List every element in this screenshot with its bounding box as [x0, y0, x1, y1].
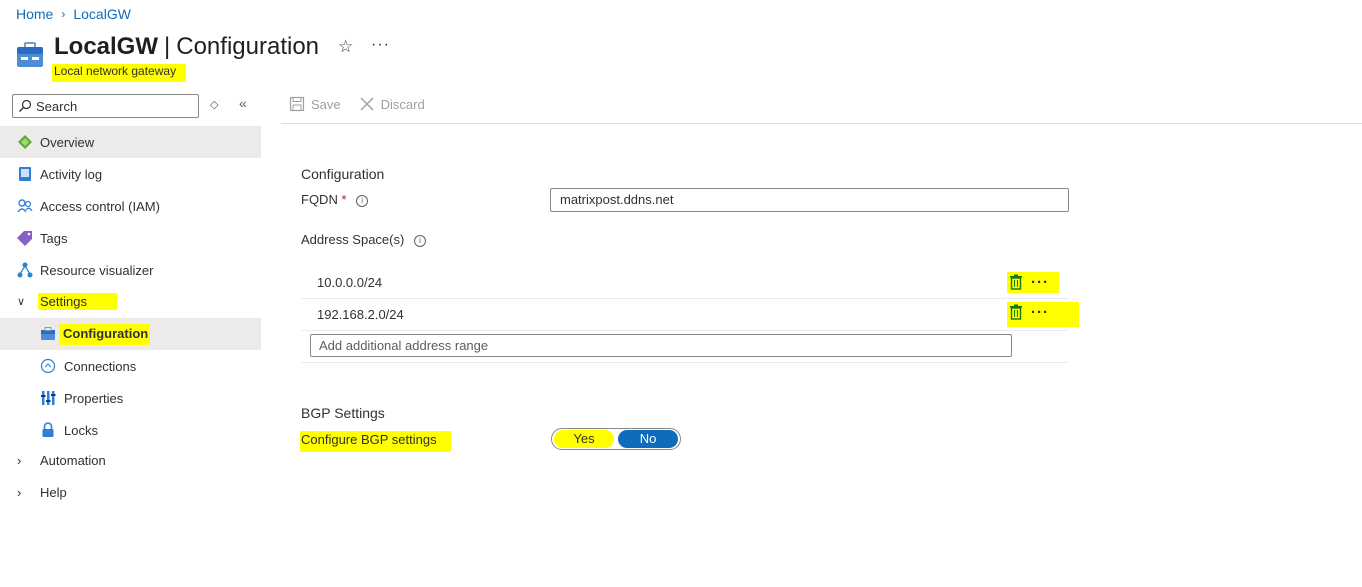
address-space-label: Address Space(s) i	[301, 232, 426, 247]
nav-label-properties: Properties	[64, 390, 124, 406]
add-address-range-input[interactable]: Add additional address range	[310, 334, 1012, 357]
nav-label-automation: Automation	[40, 452, 106, 468]
nav-label-tags: Tags	[40, 230, 68, 246]
collapse-menu-icon[interactable]: «	[239, 95, 247, 111]
resource-visualizer-icon	[17, 262, 33, 278]
fqdn-label-text: FQDN	[301, 192, 338, 207]
local-network-gateway-icon	[17, 42, 43, 67]
nav-label-help: Help	[40, 484, 67, 500]
address-space-value: 192.168.2.0/24	[317, 306, 404, 322]
nav-item-tags[interactable]: Tags	[0, 222, 261, 254]
discard-label: Discard	[380, 96, 425, 112]
favorite-star-icon[interactable]: ☆	[338, 37, 353, 57]
bgp-no-option[interactable]: No	[618, 430, 678, 448]
address-space-label-text: Address Space(s)	[301, 232, 405, 247]
address-space-row: 10.0.0.0/24 ···	[301, 266, 1068, 299]
nav-label-overview: Overview	[40, 134, 95, 150]
nav-label-access-control: Access control (IAM)	[40, 198, 160, 214]
configure-bgp-label: Configure BGP settings	[300, 431, 451, 452]
command-bar: Save Discard	[289, 96, 425, 112]
save-label: Save	[311, 96, 341, 112]
chevron-right-icon: ›	[17, 484, 22, 500]
lock-icon	[40, 422, 56, 438]
nav-group-help[interactable]: › Help	[0, 476, 261, 508]
nav-group-settings[interactable]: ∨ Settings	[0, 285, 261, 317]
nav-item-activity-log[interactable]: Activity log	[0, 158, 261, 190]
toolbar-divider	[281, 123, 1362, 124]
nav-label-settings: Settings	[38, 292, 117, 310]
info-icon[interactable]: i	[356, 194, 369, 207]
configuration-section-title: Configuration	[301, 166, 385, 182]
bgp-toggle[interactable]: Yes No	[551, 428, 681, 450]
nav-item-configuration[interactable]: Configuration	[0, 318, 261, 350]
address-space-value: 10.0.0.0/24	[317, 274, 383, 290]
info-icon[interactable]: i	[413, 234, 426, 247]
bgp-yes-option[interactable]: Yes	[554, 430, 614, 448]
nav-item-resource-visualizer[interactable]: Resource visualizer	[0, 254, 261, 286]
tag-icon	[17, 230, 33, 246]
connections-icon	[40, 358, 56, 374]
sort-icon[interactable]: ◇	[210, 98, 218, 111]
activity-log-icon	[17, 166, 33, 182]
chevron-down-icon: ∨	[17, 295, 26, 308]
close-icon	[360, 97, 374, 111]
breadcrumb-home-link[interactable]: Home	[16, 6, 53, 22]
more-options-icon[interactable]: ···	[1031, 304, 1049, 321]
people-icon	[17, 198, 33, 214]
discard-button[interactable]: Discard	[359, 96, 425, 112]
required-marker: *	[341, 192, 347, 207]
search-placeholder: Search	[36, 98, 78, 114]
nav-label-connections: Connections	[64, 358, 137, 374]
delete-icon[interactable]	[1009, 304, 1023, 320]
nav-item-locks[interactable]: Locks	[0, 414, 261, 446]
nav-item-properties[interactable]: Properties	[0, 382, 261, 414]
breadcrumb-current-link[interactable]: LocalGW	[73, 6, 131, 22]
nav-group-automation[interactable]: › Automation	[0, 444, 261, 476]
save-button[interactable]: Save	[289, 96, 341, 112]
overview-icon	[17, 134, 33, 150]
page-title: LocalGW | Configuration	[54, 33, 319, 61]
save-icon	[289, 96, 305, 112]
nav-label-locks: Locks	[64, 422, 98, 438]
fqdn-label: FQDN * i	[301, 192, 369, 207]
blade-name: Configuration	[176, 33, 320, 60]
row-actions: ···	[1007, 301, 1079, 327]
resource-name: LocalGW	[54, 33, 159, 60]
nav-item-access-control[interactable]: Access control (IAM)	[0, 190, 261, 222]
row-divider	[301, 362, 1068, 363]
more-options-icon[interactable]: ···	[371, 36, 390, 54]
delete-icon[interactable]	[1009, 274, 1023, 290]
row-actions: ···	[1007, 271, 1059, 293]
nav-label-resource-visualizer: Resource visualizer	[40, 262, 154, 278]
nav-label-configuration: Configuration	[59, 323, 151, 345]
more-options-icon[interactable]: ···	[1031, 274, 1049, 291]
fqdn-field[interactable]: matrixpost.ddns.net	[550, 188, 1069, 212]
properties-icon	[40, 390, 56, 406]
resource-type-subtitle: Local network gateway	[52, 64, 187, 82]
chevron-right-icon: ›	[17, 452, 22, 468]
nav-item-connections[interactable]: Connections	[0, 350, 261, 382]
breadcrumb-chevron-icon: ›	[61, 7, 66, 21]
bgp-section-title: BGP Settings	[301, 405, 385, 421]
address-space-row: 192.168.2.0/24 ···	[301, 298, 1079, 331]
search-icon	[19, 99, 32, 112]
configuration-icon	[40, 326, 56, 342]
breadcrumb: Home › LocalGW	[16, 6, 131, 22]
search-input[interactable]: Search	[12, 94, 199, 118]
title-separator: |	[164, 33, 171, 60]
nav-label-activity-log: Activity log	[40, 166, 103, 182]
nav-item-overview[interactable]: Overview	[0, 126, 261, 158]
